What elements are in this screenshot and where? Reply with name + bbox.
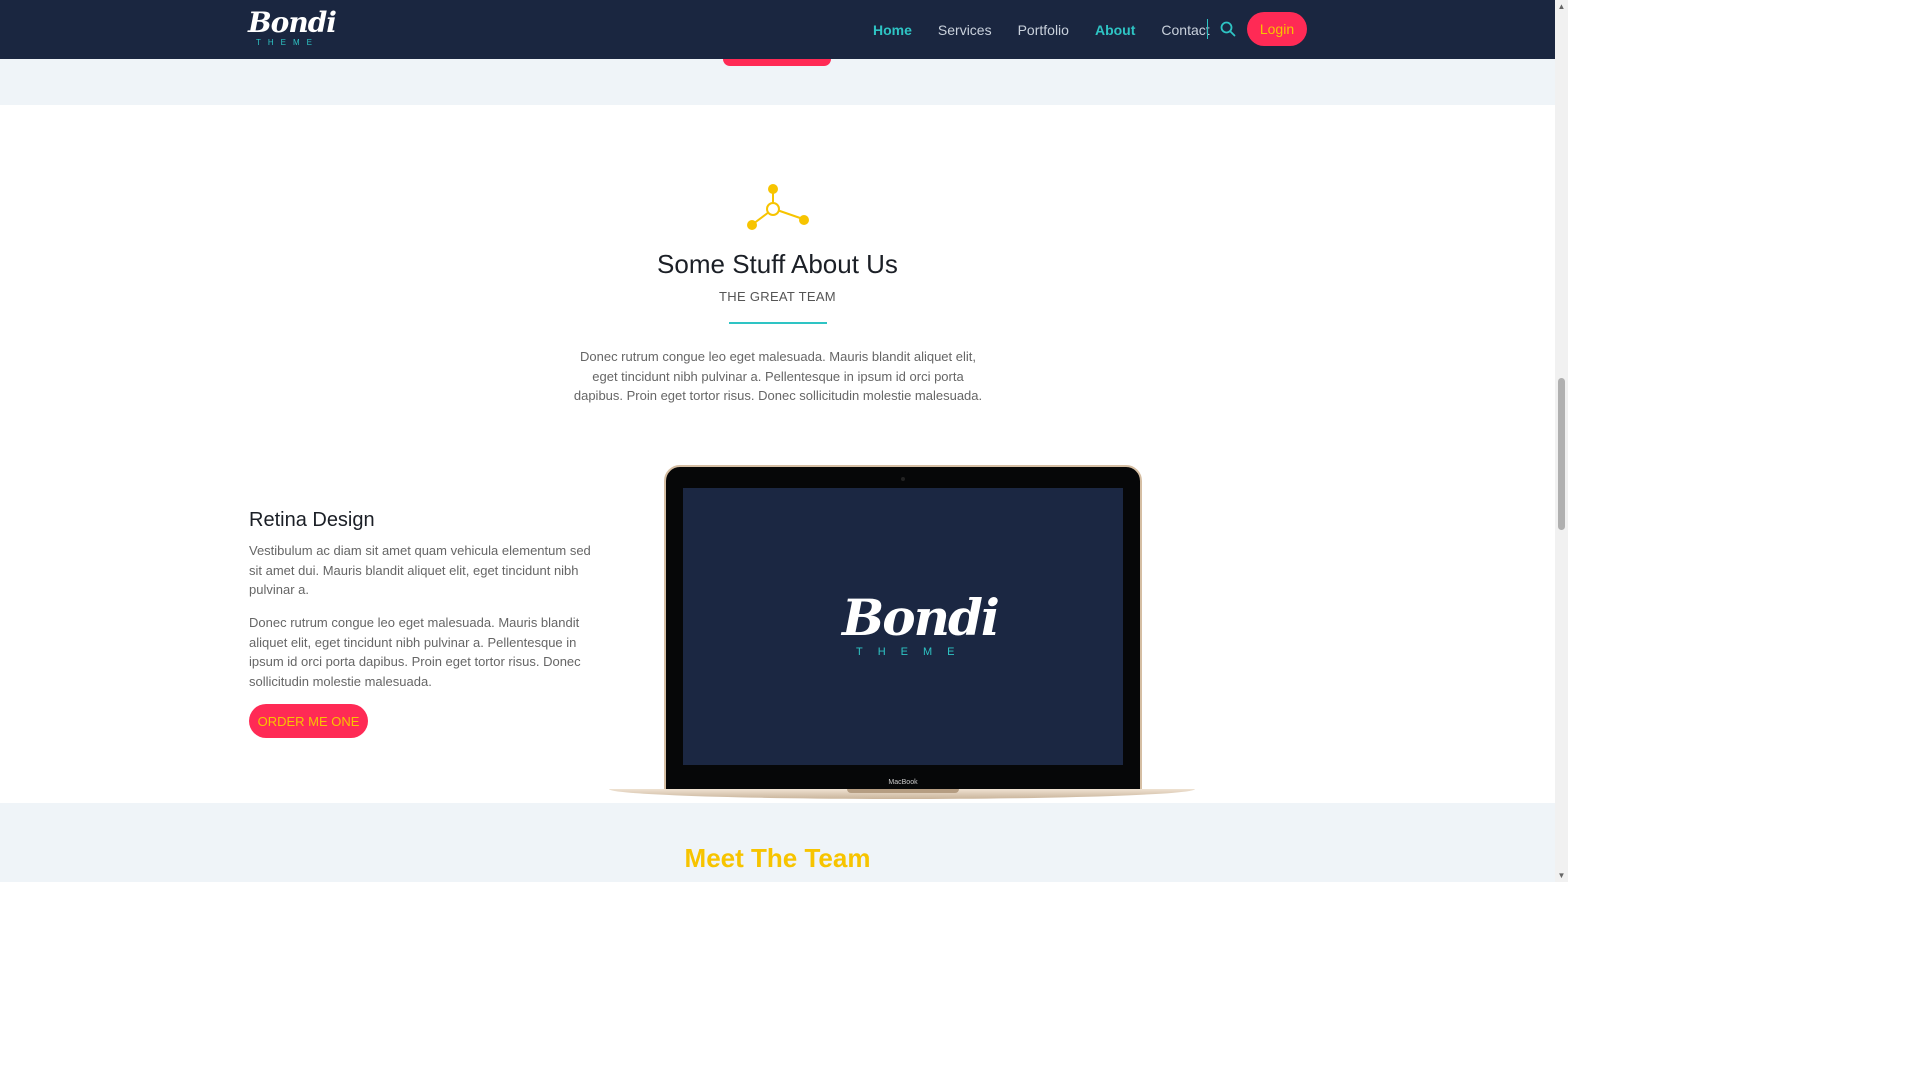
nav-links: Home Services Portfolio About Contact — [860, 0, 1223, 59]
nav-services[interactable]: Services — [938, 22, 992, 38]
laptop-notch — [847, 789, 959, 793]
screen-logo: Bondi THEME — [838, 590, 1000, 662]
about-title: Some Stuff About Us — [657, 249, 898, 279]
feature-title: Retina Design — [249, 509, 375, 531]
network-icon — [747, 184, 809, 230]
order-button[interactable]: ORDER ME ONE — [249, 704, 368, 738]
login-button[interactable]: Login — [1247, 12, 1307, 46]
screen-logo-subtext: THEME — [856, 646, 970, 658]
about-subtitle: THE GREAT TEAM — [719, 289, 836, 304]
nav-contact[interactable]: Contact — [1161, 22, 1209, 38]
about-divider — [729, 322, 827, 324]
nav-divider — [1207, 19, 1208, 39]
team-section: Meet The Team — [0, 803, 1555, 882]
nav-portfolio[interactable]: Portfolio — [1018, 22, 1069, 38]
logo[interactable]: Bondi THEME — [248, 6, 337, 50]
feature-paragraph: Donec rutrum congue leo eget malesuada. … — [249, 615, 581, 690]
previous-section-button[interactable] — [723, 59, 831, 66]
screen-logo-text: Bondi — [842, 588, 1000, 647]
logo-text: Bondi — [248, 6, 337, 39]
nav-about[interactable]: About — [1095, 22, 1135, 38]
scroll-down-arrow-icon[interactable]: ▼ — [1555, 869, 1568, 882]
search-icon[interactable] — [1219, 20, 1237, 38]
about-text: Donec rutrum congue leo eget malesuada. … — [573, 349, 983, 404]
nav-home[interactable]: Home — [873, 22, 912, 38]
scroll-thumb[interactable] — [1558, 378, 1565, 530]
scrollbar[interactable]: ▲ ▼ — [1555, 0, 1568, 882]
feature-paragraph: Vestibulum ac diam sit amet quam vehicul… — [249, 543, 591, 598]
navbar: Bondi THEME Home Services Portfolio Abou… — [0, 0, 1555, 59]
logo-subtext: THEME — [256, 38, 319, 47]
scroll-up-arrow-icon[interactable]: ▲ — [1555, 0, 1568, 13]
previous-section — [0, 59, 1555, 105]
laptop-camera — [901, 477, 905, 481]
laptop-brand-label: MacBook — [888, 779, 918, 786]
team-title: Meet The Team — [684, 843, 871, 873]
